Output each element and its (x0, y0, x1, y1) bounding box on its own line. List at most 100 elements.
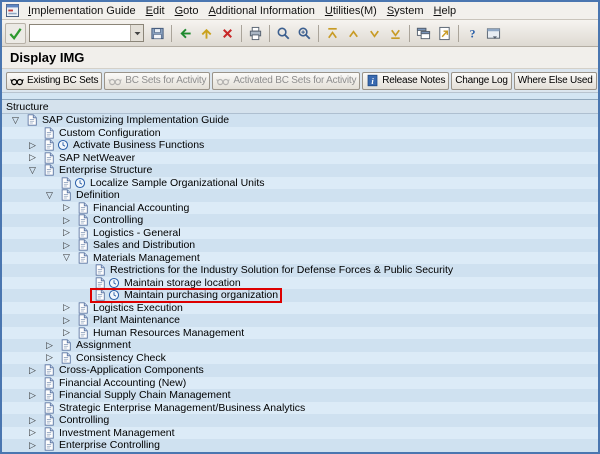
triangle-down-icon[interactable]: ▽ (8, 116, 23, 125)
change-log-button[interactable]: Change Log (451, 72, 512, 90)
enter-button[interactable] (5, 23, 26, 44)
tree-item-label: Activate Business Functions (73, 139, 204, 151)
print-button[interactable] (245, 23, 266, 44)
document-icon (26, 114, 38, 126)
tree-item[interactable]: ▷Consistency Check (2, 352, 598, 365)
find-button[interactable] (273, 23, 294, 44)
triangle-right-icon[interactable]: ▷ (25, 416, 40, 425)
triangle-right-icon[interactable]: ▷ (25, 141, 40, 150)
tree-item-content: Logistics - General (74, 227, 184, 240)
document-icon (43, 427, 55, 439)
triangle-right-icon[interactable]: ▷ (42, 353, 57, 362)
tree-item[interactable]: Financial Accounting (New) (2, 377, 598, 390)
next-page-button[interactable] (364, 23, 385, 44)
triangle-right-icon[interactable]: ▷ (59, 228, 74, 237)
tree-item[interactable]: ▷Plant Maintenance (2, 314, 598, 327)
command-history-dropdown-icon[interactable] (130, 25, 143, 41)
tree-item[interactable]: ▽Definition (2, 189, 598, 202)
clock-icon (57, 139, 69, 151)
menu-bar: Implementation GuideEditGotoAdditional I… (2, 2, 598, 20)
tree-item[interactable]: Maintain purchasing organization (2, 289, 598, 302)
command-input[interactable] (30, 25, 130, 41)
tree-item[interactable]: ▷ Assignment (2, 339, 598, 352)
menu-item-utilities-m[interactable]: Utilities(M) (320, 4, 382, 18)
triangle-right-icon[interactable]: ▷ (25, 153, 40, 162)
cancel-button[interactable] (217, 23, 238, 44)
triangle-right-icon[interactable]: ▷ (59, 241, 74, 250)
document-icon (77, 202, 89, 214)
menu-item-help[interactable]: Help (429, 4, 462, 18)
document-icon (43, 164, 55, 176)
customize-layout-button[interactable] (483, 23, 504, 44)
triangle-down-icon[interactable]: ▽ (59, 253, 74, 262)
menu-item-additional-information[interactable]: Additional Information (203, 4, 319, 18)
document-icon (60, 177, 72, 189)
tree-item[interactable]: ▷Logistics Execution (2, 302, 598, 315)
find-next-button[interactable] (294, 23, 315, 44)
triangle-right-icon[interactable]: ▷ (59, 216, 74, 225)
activated-bc-sets-for-activity-button[interactable]: Activated BC Sets for Activity (212, 72, 360, 90)
tree-item-content: Enterprise Controlling (40, 439, 163, 452)
triangle-down-icon[interactable]: ▽ (25, 166, 40, 175)
tree-item[interactable]: Restrictions for the Industry Solution f… (2, 264, 598, 277)
tree-item[interactable]: Localize Sample Organizational Units (2, 177, 598, 190)
tree-item[interactable]: ▷Financial Supply Chain Management (2, 389, 598, 402)
new-session-button[interactable] (413, 23, 434, 44)
save-button[interactable] (147, 23, 168, 44)
triangle-right-icon[interactable]: ▷ (25, 391, 40, 400)
last-page-button[interactable] (385, 23, 406, 44)
tree-item[interactable]: ▽SAP Customizing Implementation Guide (2, 114, 598, 127)
triangle-right-icon[interactable]: ▷ (25, 366, 40, 375)
help-button[interactable]: ? (462, 23, 483, 44)
document-icon (43, 389, 55, 401)
previous-page-button[interactable] (343, 23, 364, 44)
tree-item[interactable]: ▷Controlling (2, 214, 598, 227)
tree-item[interactable]: ▷Human Resources Management (2, 327, 598, 340)
tree-item[interactable]: ▷Sales and Distribution (2, 239, 598, 252)
menu-item-goto[interactable]: Goto (170, 4, 204, 18)
triangle-right-icon[interactable]: ▷ (25, 441, 40, 450)
tree-item[interactable]: Strategic Enterprise Management/Business… (2, 402, 598, 415)
tree-item[interactable]: ▷Controlling (2, 414, 598, 427)
tree-item[interactable]: ▷ Activate Business Functions (2, 139, 598, 152)
tree-item[interactable]: ▷Logistics - General (2, 227, 598, 240)
back-button[interactable] (175, 23, 196, 44)
menu-item-system[interactable]: System (382, 4, 429, 18)
bc-sets-for-activity-button[interactable]: BC Sets for Activity (104, 72, 210, 90)
tree-item-label: Assignment (76, 339, 131, 351)
existing-bc-sets-button[interactable]: Existing BC Sets (6, 72, 102, 90)
tree-item-content: Custom Configuration (40, 127, 164, 140)
exit-button[interactable] (196, 23, 217, 44)
triangle-right-icon[interactable]: ▷ (59, 328, 74, 337)
triangle-right-icon[interactable]: ▷ (25, 428, 40, 437)
toolbar-separator (409, 25, 410, 42)
tree-item[interactable]: Custom Configuration (2, 127, 598, 140)
tree-item[interactable]: ▷Cross-Application Components (2, 364, 598, 377)
triangle-right-icon[interactable]: ▷ (42, 341, 57, 350)
tree-item[interactable]: ▷SAP NetWeaver (2, 152, 598, 165)
menu-item-edit[interactable]: Edit (141, 4, 170, 18)
document-icon (77, 227, 89, 239)
release-notes-button[interactable]: iRelease Notes (362, 72, 449, 90)
tree-item[interactable]: ▷Financial Accounting (2, 202, 598, 215)
tree-item-content: Enterprise Structure (40, 164, 155, 177)
tree-item-label: Localize Sample Organizational Units (90, 177, 265, 189)
tree-item-content: Cross-Application Components (40, 364, 207, 377)
triangle-down-icon[interactable]: ▽ (42, 191, 57, 200)
exit-icon (199, 26, 214, 41)
tree-item[interactable]: ▽Materials Management (2, 252, 598, 265)
menu-item-implementation-guide[interactable]: Implementation Guide (23, 4, 141, 18)
tree-item-label: Financial Accounting (New) (59, 377, 186, 389)
tree-item[interactable]: ▷Enterprise Controlling (2, 439, 598, 452)
tree-item[interactable]: ▽Enterprise Structure (2, 164, 598, 177)
first-page-button[interactable] (322, 23, 343, 44)
triangle-right-icon[interactable]: ▷ (59, 203, 74, 212)
print-icon (248, 26, 263, 41)
create-shortcut-button[interactable] (434, 23, 455, 44)
where-else-used-button[interactable]: Where Else Used (514, 72, 597, 90)
tree-item[interactable]: Maintain storage location (2, 277, 598, 290)
tree-item[interactable]: ▷Investment Management (2, 427, 598, 440)
triangle-right-icon[interactable]: ▷ (59, 303, 74, 312)
triangle-right-icon[interactable]: ▷ (59, 316, 74, 325)
document-icon (43, 152, 55, 164)
